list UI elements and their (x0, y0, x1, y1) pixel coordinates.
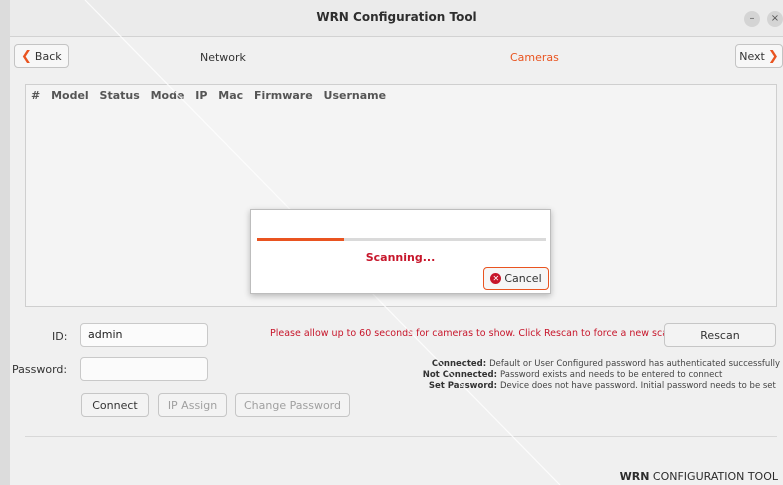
wizard-nav: ❮ Back Network Cameras Next ❯ (10, 37, 783, 75)
cancel-label: Cancel (504, 272, 542, 285)
back-button[interactable]: ❮ Back (14, 44, 69, 68)
column-header-model: Model (51, 89, 89, 102)
legend-row: Not Connected: Password exists and needs… (370, 370, 780, 381)
legend-key-set-password: Set Password: (428, 381, 497, 391)
step-network: Network (200, 51, 246, 64)
cancel-icon: ✕ (490, 273, 502, 284)
cancel-button[interactable]: ✕ Cancel (483, 267, 549, 290)
footer-divider (25, 436, 777, 437)
next-label: Next (739, 49, 765, 63)
progress-fill (257, 238, 344, 241)
close-button[interactable]: × (767, 11, 783, 27)
step-cameras: Cameras (510, 51, 559, 64)
legend-key-connected: Connected: (431, 359, 487, 369)
id-label: ID: (52, 330, 68, 343)
next-button[interactable]: Next ❯ (735, 44, 783, 68)
brand-logo: WRN CONFIGURATION TOOL (620, 470, 778, 483)
column-header-mac: Mac (218, 89, 244, 102)
password-label: Password: (12, 363, 68, 376)
password-field[interactable] (80, 357, 208, 381)
column-header-firmware: Firmware (254, 89, 313, 102)
column-header-mode: Mode (150, 89, 185, 102)
scan-hint: Please allow up to 60 seconds for camera… (270, 328, 678, 339)
progress-track (257, 238, 546, 241)
legend-text-connected: Default or User Configured password has … (489, 359, 780, 369)
column-header-index: # (31, 89, 41, 102)
scanning-status: Scanning... (365, 251, 436, 264)
legend-text-set-password: Device does not have password. Initial p… (500, 381, 776, 391)
brand-bold: WRN (619, 470, 650, 483)
title-bar: WRN Configuration Tool – × (10, 0, 783, 37)
back-label: Back (34, 49, 62, 63)
brand-rest: CONFIGURATION TOOL (652, 470, 778, 483)
scanning-dialog: Scanning... ✕ Cancel (250, 209, 551, 294)
legend-row: Connected: Default or User Configured pa… (370, 359, 780, 370)
id-field[interactable]: admin (80, 323, 208, 347)
connect-button[interactable]: Connect (81, 393, 149, 417)
column-header-status: Status (99, 89, 140, 102)
status-legend: Connected: Default or User Configured pa… (370, 359, 780, 392)
rescan-button[interactable]: Rescan (664, 323, 776, 347)
ip-assign-button[interactable]: IP Assign (158, 393, 227, 417)
chevron-right-icon: ❯ (767, 48, 779, 64)
minimize-button[interactable]: – (744, 11, 760, 27)
legend-text-not-connected: Password exists and needs to be entered … (500, 370, 723, 380)
column-header-username: Username (323, 89, 387, 102)
column-header-ip: IP (195, 89, 208, 102)
chevron-left-icon: ❮ (21, 48, 32, 64)
camera-table-header: # Model Status Mode IP Mac Firmware User… (31, 89, 393, 102)
change-password-button[interactable]: Change Password (235, 393, 350, 417)
window-title: WRN Configuration Tool (316, 10, 477, 24)
legend-key-not-connected: Not Connected: (422, 370, 497, 380)
legend-row: Set Password: Device does not have passw… (370, 381, 780, 392)
